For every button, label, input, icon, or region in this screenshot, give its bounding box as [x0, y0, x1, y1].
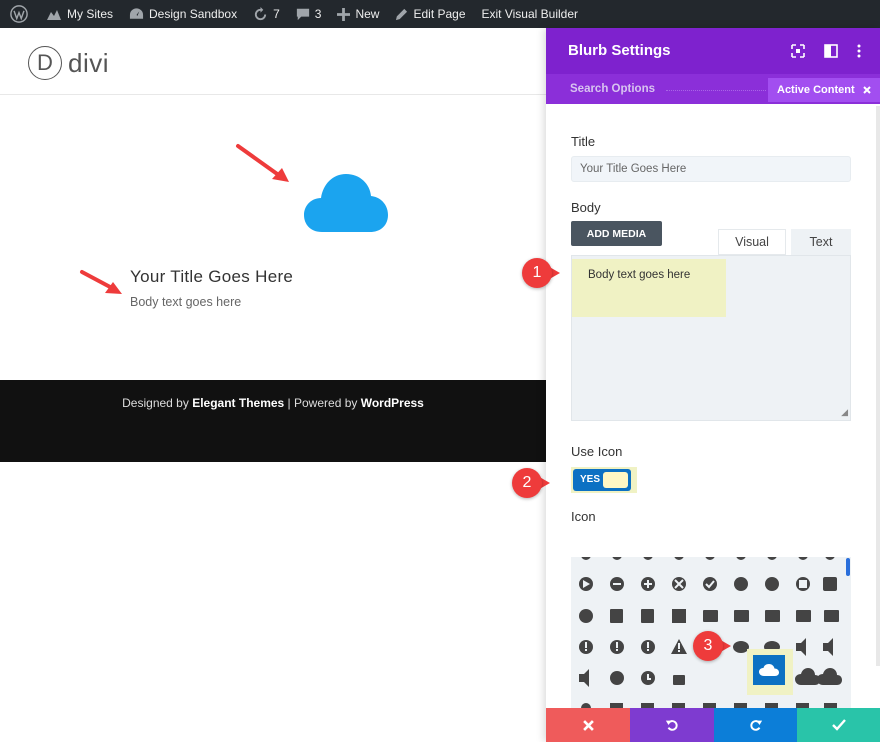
cancel-button[interactable] — [546, 708, 630, 742]
undo-icon — [665, 720, 678, 731]
title-input[interactable]: Your Title Goes Here — [571, 156, 851, 182]
edit-page-link[interactable]: Edit Page — [387, 0, 473, 28]
logo-mark: D — [28, 46, 62, 80]
cloud-icon — [759, 664, 779, 676]
add-media-button[interactable]: ADD MEDIA — [571, 221, 662, 246]
comment-icon — [296, 8, 309, 21]
comments-menu[interactable]: 3 — [288, 0, 330, 28]
wordpress-logo-icon[interactable] — [0, 0, 38, 28]
updates-menu[interactable]: 7 — [245, 0, 288, 28]
footer-separator: | Powered by — [284, 396, 361, 410]
site-preview: D divi Your Title Goes Here Body text go… — [0, 28, 546, 742]
comments-count: 3 — [314, 7, 322, 21]
panel-scrollbar[interactable] — [876, 106, 880, 666]
use-icon-label: Use Icon — [571, 444, 623, 459]
body-text-value: Body text goes here — [572, 259, 726, 317]
dotted-divider — [666, 90, 766, 91]
close-icon — [582, 719, 594, 731]
my-sites-icon — [47, 10, 61, 20]
panel-header: Blurb Settings — [546, 28, 880, 74]
site-name-menu[interactable]: Design Sandbox — [121, 0, 245, 28]
panel-subheader: Search Options Active Content — [546, 74, 880, 104]
site-name-label: Design Sandbox — [149, 7, 238, 21]
annotation-arrow-icon — [80, 270, 122, 294]
expand-icon[interactable] — [790, 43, 806, 59]
save-button[interactable] — [797, 708, 880, 742]
body-text-editor[interactable]: Body text goes here ◢ — [571, 255, 851, 421]
logo-text: divi — [68, 47, 110, 78]
undo-button[interactable] — [630, 708, 714, 742]
blurb-title: Your Title Goes Here — [130, 267, 294, 286]
annotation-marker-1: 1 — [522, 258, 552, 288]
active-content-label: Active Content — [777, 84, 855, 96]
my-sites-menu[interactable]: My Sites — [38, 0, 121, 28]
title-field-label: Title — [571, 134, 596, 149]
more-options-icon[interactable] — [851, 43, 867, 59]
footer-link-elegant-themes[interactable]: Elegant Themes — [192, 396, 284, 410]
footer-credits: Designed by Elegant Themes | Powered by … — [0, 396, 546, 410]
new-label: New — [355, 7, 380, 21]
exit-visual-builder-label: Exit Visual Builder — [481, 7, 579, 21]
icon-grid-scrollbar[interactable] — [846, 558, 850, 576]
check-icon — [831, 719, 846, 731]
redo-button[interactable] — [714, 708, 797, 742]
search-options-button[interactable]: Search Options — [570, 83, 655, 95]
panel-footer — [546, 708, 880, 742]
annotation-arrow-icon — [236, 144, 289, 182]
site-header: D divi — [0, 28, 546, 95]
tab-visual[interactable]: Visual — [718, 229, 786, 255]
cloud-icon[interactable] — [304, 170, 388, 234]
body-field-label: Body — [571, 200, 601, 215]
divi-logo[interactable]: D divi — [28, 46, 109, 80]
tab-text[interactable]: Text — [791, 229, 851, 255]
annotation-marker-3: 3 — [693, 631, 723, 661]
toggle-knob — [603, 472, 628, 488]
new-content-menu[interactable]: New — [329, 0, 387, 28]
split-view-icon[interactable] — [823, 43, 839, 59]
annotation-marker-2: 2 — [512, 468, 542, 498]
plus-icon — [337, 7, 351, 21]
admin-bar: My Sites Design Sandbox 7 3 New Edit Pag… — [0, 0, 880, 28]
icon-option-cloud-selected[interactable] — [753, 655, 785, 685]
site-footer: Designed by Elegant Themes | Powered by … — [0, 380, 546, 462]
icon-field-label: Icon — [571, 509, 596, 524]
my-sites-label: My Sites — [67, 7, 114, 21]
pencil-icon — [396, 8, 408, 20]
panel-body: Title Your Title Goes Here Body ADD MEDI… — [546, 104, 880, 708]
active-content-filter[interactable]: Active Content — [768, 78, 880, 102]
resize-handle-icon[interactable]: ◢ — [841, 407, 848, 418]
blurb-body: Body text goes here — [130, 295, 242, 309]
toggle-yes-label: YES — [580, 474, 601, 485]
exit-visual-builder-link[interactable]: Exit Visual Builder — [474, 0, 587, 28]
footer-link-wordpress[interactable]: WordPress — [361, 396, 424, 410]
footer-prefix: Designed by — [122, 396, 193, 410]
updates-icon — [254, 6, 267, 20]
panel-title: Blurb Settings — [568, 42, 671, 59]
updates-count: 7 — [273, 7, 280, 21]
use-icon-toggle[interactable]: YES — [573, 469, 631, 491]
edit-page-label: Edit Page — [413, 7, 466, 21]
redo-icon — [749, 720, 762, 731]
close-icon[interactable] — [862, 86, 871, 94]
dashboard-icon — [129, 8, 144, 19]
